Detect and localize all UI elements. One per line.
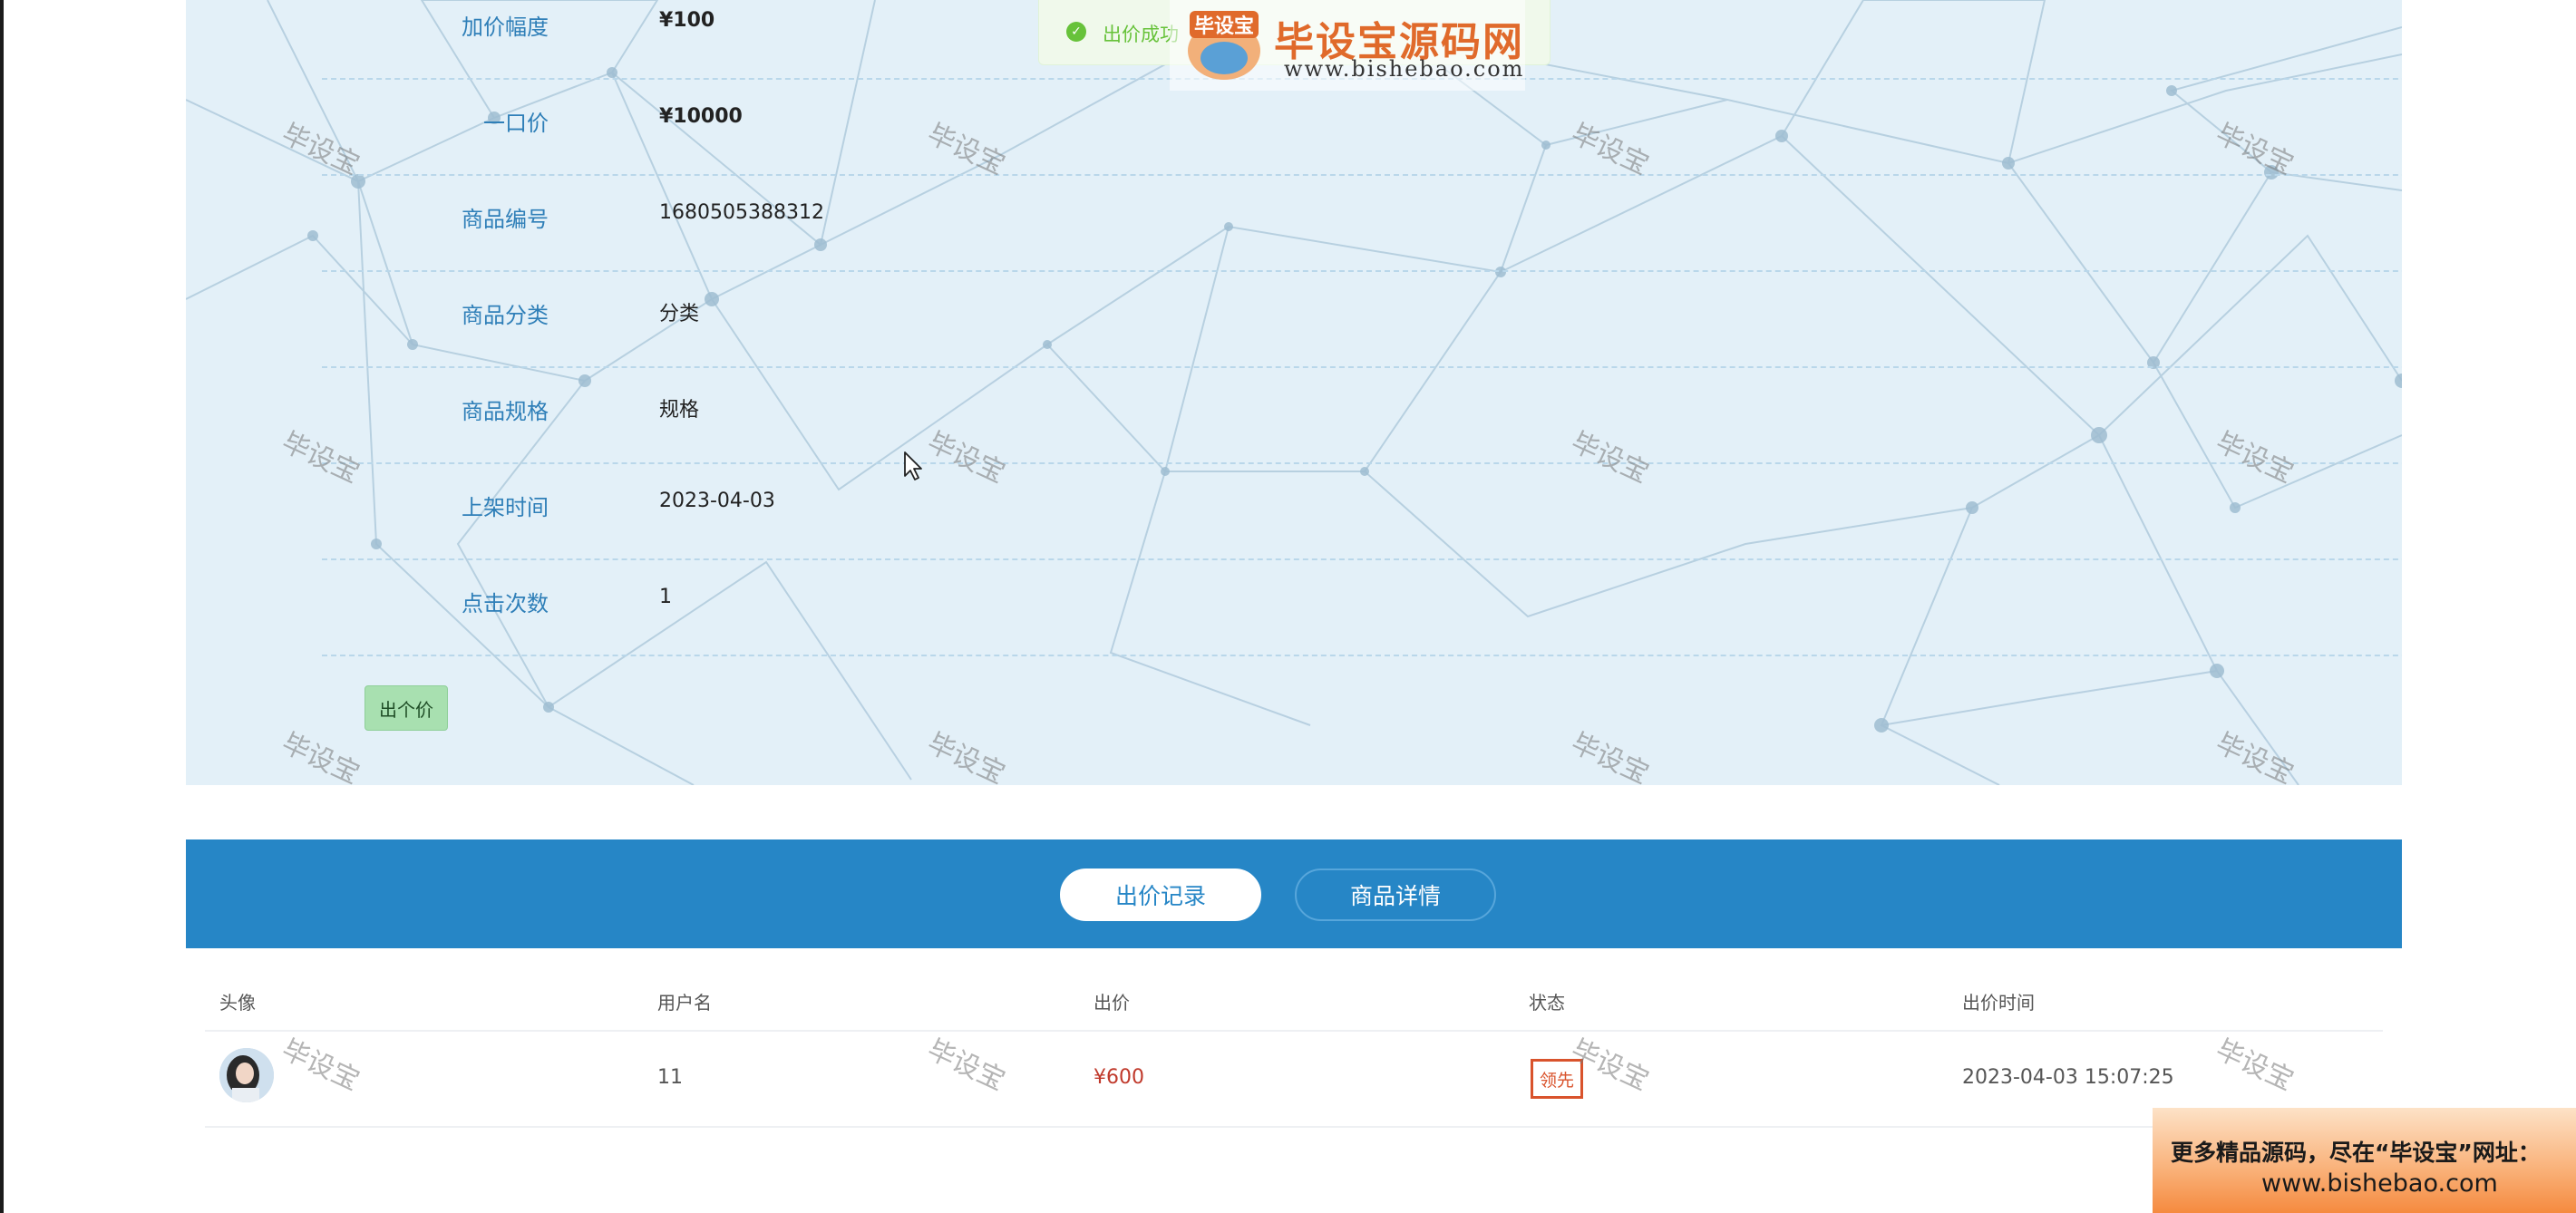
- logo-badge-text: 毕设宝: [1194, 15, 1254, 38]
- tab-bar: 出价记录 商品详情: [186, 839, 2402, 948]
- tab-bid-records[interactable]: 出价记录: [1060, 869, 1261, 921]
- info-label: 一口价: [483, 111, 549, 136]
- avatar-image-icon: [219, 1048, 274, 1102]
- tab-product-details[interactable]: 商品详情: [1295, 869, 1496, 921]
- avatar: [219, 1048, 274, 1102]
- info-row-product-id: 商品编号 1680505388312: [322, 176, 2402, 272]
- column-header-status: 状态: [1529, 992, 1565, 1014]
- info-row-category: 商品分类 分类: [322, 272, 2402, 368]
- info-label: 点击次数: [462, 591, 549, 616]
- bid-records-table: 头像 用户名 出价 状态 出价时间 11 ¥600 领先 2023-04-03 …: [205, 970, 2383, 1128]
- promo-text: 更多精品源码，尽在“毕设宝”网址：: [2171, 1140, 2541, 1166]
- info-row-click-count: 点击次数 1: [322, 560, 2402, 656]
- window-edge: [0, 0, 4, 1213]
- place-bid-button[interactable]: 出个价: [365, 685, 448, 731]
- info-value: 规格: [659, 399, 700, 422]
- table-row: 11 ¥600 领先 2023-04-03 15:07:25: [205, 1032, 2383, 1128]
- status-badge: 领先: [1531, 1059, 1583, 1099]
- info-row-buyout-price: 一口价 ¥10000: [322, 80, 2402, 176]
- bid-time-cell: 2023-04-03 15:07:25: [1962, 1066, 2174, 1089]
- info-value: 1: [659, 586, 672, 608]
- info-label: 上架时间: [462, 495, 549, 520]
- username-cell: 11: [657, 1066, 683, 1089]
- site-logo-watermark: 毕设宝 毕设宝源码网 www.bishebao.com: [1170, 0, 1525, 91]
- info-row-listing-date: 上架时间 2023-04-03: [322, 464, 2402, 560]
- logo-url: www.bishebao.com: [1284, 56, 1525, 82]
- info-label: 商品规格: [462, 399, 549, 424]
- check-circle-icon: ✓: [1066, 22, 1086, 42]
- info-label: 加价幅度: [462, 15, 549, 40]
- info-row-spec: 商品规格 规格: [322, 368, 2402, 464]
- column-header-price: 出价: [1094, 992, 1130, 1014]
- logo-badge-icon: 毕设宝: [1188, 11, 1260, 80]
- column-header-bid-time: 出价时间: [1962, 992, 2035, 1014]
- column-header-username: 用户名: [657, 992, 712, 1014]
- table-header: 头像 用户名 出价 状态 出价时间: [205, 970, 2383, 1032]
- info-value: 1680505388312: [659, 201, 824, 224]
- column-header-avatar: 头像: [219, 992, 256, 1014]
- info-value: ¥100: [659, 9, 715, 32]
- info-label: 商品分类: [462, 303, 549, 328]
- page: 加价幅度 ¥100 一口价 ¥10000 商品编号 1680505388312 …: [0, 0, 2576, 1213]
- info-value: 分类: [659, 303, 700, 325]
- product-info-panel: 加价幅度 ¥100 一口价 ¥10000 商品编号 1680505388312 …: [186, 0, 2402, 785]
- info-value: 2023-04-03: [659, 490, 775, 512]
- price-cell: ¥600: [1094, 1066, 1144, 1089]
- mouse-cursor-icon: [904, 451, 922, 480]
- promo-banner: 更多精品源码，尽在“毕设宝”网址： www.bishebao.com: [2153, 1108, 2576, 1213]
- info-value: ¥10000: [659, 105, 743, 128]
- toast-message: 出价成功: [1103, 24, 1179, 45]
- promo-url: www.bishebao.com: [2261, 1169, 2498, 1198]
- info-label: 商品编号: [462, 207, 549, 232]
